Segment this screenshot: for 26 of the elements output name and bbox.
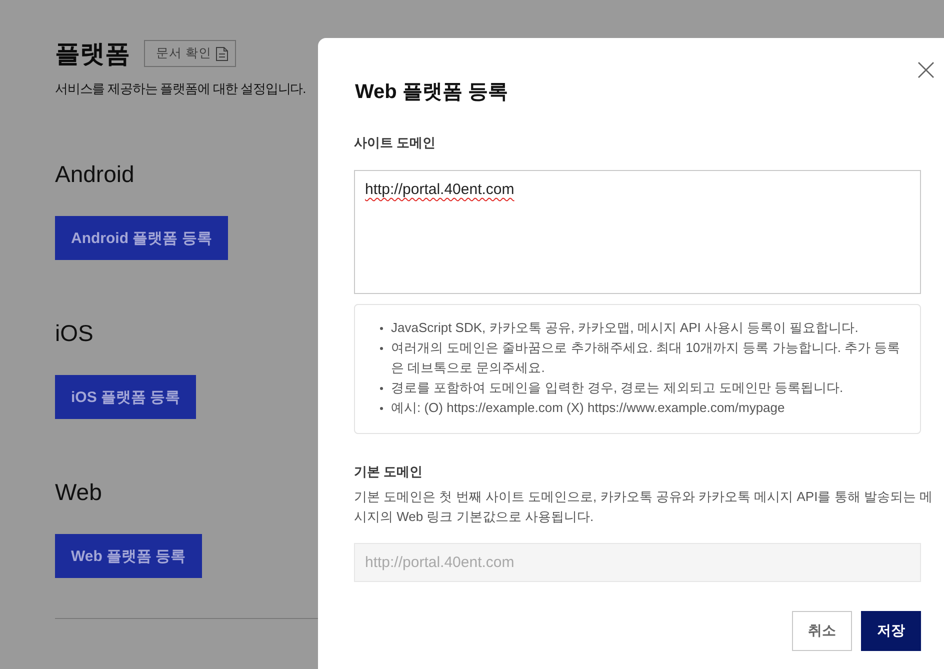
- register-platform-button[interactable]: Web 플랫폼 등록: [55, 534, 202, 578]
- field-description: 기본 도메인은 첫 번째 사이트 도메인으로, 카카오톡 공유와 카카오톡 메시지 API를 통해 발송되는 메시지의 Web 링크 기본값으로 사용됩니다.: [354, 488, 933, 526]
- register-platform-button[interactable]: Android 플랫폼 등록: [55, 216, 228, 260]
- section-heading: iOS: [55, 319, 94, 348]
- register-platform-button[interactable]: iOS 플랫폼 등록: [55, 375, 196, 419]
- bullet-icon: [380, 347, 383, 350]
- dialog-title: Web 플랫폼 등록: [354, 80, 508, 104]
- docs-button[interactable]: 문서 확인: [144, 40, 236, 67]
- field-label: 기본 도메인: [354, 463, 424, 481]
- site-domain-textarea[interactable]: http://portal.40ent.com: [354, 170, 921, 294]
- note-text: 예시: (O) https://example.com (X) https://www.example.com/mypage: [391, 399, 785, 417]
- bullet-icon: [380, 327, 383, 330]
- note-text: JavaScript SDK, 카카오톡 공유, 카카오맵, 메시지 API 사용시 등록이 필요합니다.: [391, 319, 858, 337]
- bullet-icon: [380, 387, 383, 390]
- note-text: 경로를 포함하여 도메인을 입력한 경우, 경로는 제외되고 도메인만 등록됩니다.: [391, 379, 844, 397]
- page-description: 서비스를 제공하는 플랫폼에 대한 설정입니다.: [55, 80, 307, 98]
- save-button[interactable]: 저장: [861, 611, 921, 651]
- section-heading: Web: [55, 478, 103, 507]
- section-heading: Android: [55, 160, 136, 189]
- document-icon: [216, 46, 228, 60]
- close-icon[interactable]: [918, 62, 934, 78]
- note-text: 여러개의 도메인은 줄바꿈으로 추가해주세요. 최대 10개까지 등록 가능합니다. 추가 등록은 데브톡으로 문의주세요.: [391, 339, 902, 377]
- bullet-icon: [380, 407, 383, 410]
- field-label: 사이트 도메인: [354, 134, 437, 152]
- cancel-button[interactable]: 취소: [792, 611, 852, 651]
- page-title: 플랫폼: [55, 38, 130, 68]
